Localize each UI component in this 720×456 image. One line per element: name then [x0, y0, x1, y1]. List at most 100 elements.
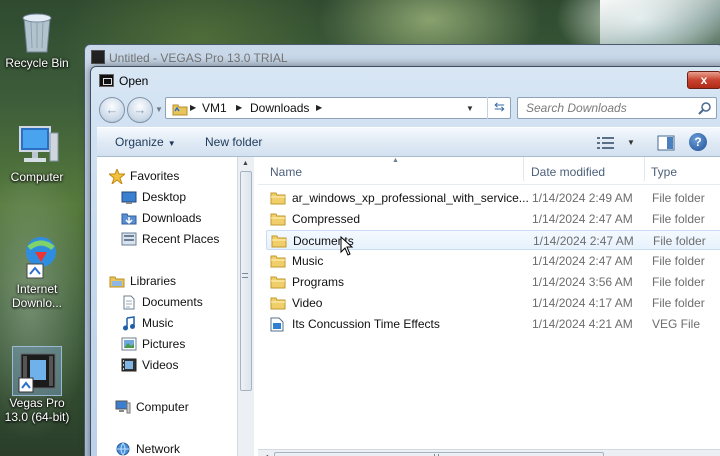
sort-ascending-icon: ▲	[392, 157, 399, 164]
nav-item-label: Network	[136, 442, 181, 456]
forward-arrow-icon: →	[133, 102, 147, 117]
folder-icon	[270, 296, 286, 313]
file-row[interactable]: Music 1/14/2024 2:47 AM File folder	[266, 251, 720, 271]
file-date: 1/14/2024 2:47 AM	[533, 234, 634, 248]
organize-button[interactable]: Organize ▼	[115, 135, 176, 149]
recent-locations-dropdown[interactable]: ▼	[155, 105, 163, 114]
scroll-up-icon[interactable]: ▲	[242, 160, 249, 167]
nav-favorites[interactable]: Favorites	[109, 167, 179, 185]
nav-item-label: Favorites	[130, 169, 180, 183]
column-separator[interactable]	[644, 157, 645, 181]
forward-button[interactable]: →	[127, 97, 153, 123]
breadcrumb-vm1[interactable]: VM1	[202, 101, 227, 115]
nav-music[interactable]: Music	[121, 314, 173, 332]
nav-item-label: Computer	[136, 400, 189, 414]
file-row[interactable]: Programs 1/14/2024 3:56 AM File folder	[266, 272, 720, 292]
navigation-scrollbar[interactable]: ▲	[237, 157, 254, 456]
desktop-icon-computer[interactable]: Computer	[0, 120, 74, 184]
file-row[interactable]: Its Concussion Time Effects 1/14/2024 4:…	[266, 314, 720, 334]
open-dialog[interactable]: Open x ← → ▼ ▶ VM1 ▶ Downloads ▶ ▼ ⇆ Org…	[90, 66, 720, 456]
nav-pictures[interactable]: Pictures	[121, 335, 185, 353]
search-input[interactable]	[518, 98, 696, 118]
folder-icon	[172, 102, 188, 119]
file-date: 1/14/2024 3:56 AM	[532, 275, 633, 289]
nav-downloads[interactable]: Downloads	[121, 209, 201, 227]
nav-videos[interactable]: Videos	[121, 356, 178, 374]
back-button[interactable]: ←	[99, 97, 125, 123]
new-folder-button[interactable]: New folder	[205, 135, 262, 149]
view-options-chevron-icon[interactable]: ▼	[627, 138, 635, 147]
desktop-icon-vegas-pro[interactable]: Vegas Pro 13.0 (64-bit)	[0, 346, 74, 424]
folder-icon	[271, 234, 287, 251]
file-type: VEG File	[652, 317, 701, 331]
breadcrumb-chevron-icon[interactable]: ▶	[236, 103, 242, 112]
change-view-icon[interactable]	[597, 136, 615, 153]
folder-icon	[270, 254, 286, 271]
file-type: File folder	[653, 234, 706, 248]
nav-item-label: Pictures	[142, 337, 186, 351]
desktop-icon	[121, 190, 137, 204]
nav-computer[interactable]: Computer	[115, 398, 189, 416]
file-row[interactable]: Video 1/14/2024 4:17 AM File folder	[266, 293, 720, 313]
file-date: 1/14/2024 4:17 AM	[532, 296, 633, 310]
nav-network[interactable]: Network	[115, 440, 180, 456]
file-row[interactable]: Compressed 1/14/2024 2:47 AM File folder	[266, 209, 720, 229]
refresh-icon: ⇆	[494, 99, 505, 114]
nav-documents[interactable]: Documents	[121, 293, 203, 311]
desktop-icon-recycle-bin[interactable]: Recycle Bin	[0, 6, 74, 70]
folder-icon	[270, 275, 286, 292]
close-button[interactable]: x	[687, 71, 720, 89]
star-icon	[109, 168, 125, 184]
address-bar[interactable]: ▶ VM1 ▶ Downloads ▶ ▼	[165, 97, 511, 119]
chevron-down-icon: ▼	[167, 139, 176, 148]
search-icon[interactable]	[698, 101, 712, 118]
refresh-button[interactable]: ⇆	[487, 97, 511, 119]
help-icon[interactable]: ?	[689, 133, 707, 151]
vegas-window-title: Untitled - VEGAS Pro 13.0 TRIAL	[109, 51, 288, 65]
column-separator[interactable]	[523, 157, 524, 181]
pictures-icon	[121, 337, 137, 351]
music-icon	[121, 315, 137, 330]
scrollbar-thumb[interactable]	[274, 452, 604, 456]
file-type: File folder	[652, 296, 705, 310]
nav-desktop[interactable]: Desktop	[121, 188, 186, 206]
nav-item-label: Music	[142, 316, 174, 330]
file-name: Video	[292, 296, 323, 310]
back-arrow-icon: ←	[105, 102, 119, 117]
file-date: 1/14/2024 2:49 AM	[532, 191, 633, 205]
breadcrumb-chevron-icon[interactable]: ▶	[190, 103, 196, 112]
file-date: 1/14/2024 2:47 AM	[532, 254, 633, 268]
search-box[interactable]	[517, 97, 717, 119]
file-type: File folder	[652, 212, 705, 226]
folder-icon	[270, 191, 286, 208]
horizontal-scrollbar[interactable]: ◀	[258, 449, 720, 456]
veg-file-icon	[270, 317, 284, 335]
vegas-pro-icon	[12, 346, 62, 396]
desktop-icon-label: Recycle Bin	[5, 56, 69, 70]
mouse-cursor-icon	[340, 236, 354, 256]
nav-item-label: Desktop	[142, 190, 187, 204]
folder-icon	[270, 212, 286, 229]
computer-icon	[115, 400, 131, 414]
nav-libraries[interactable]: Libraries	[109, 272, 176, 290]
libraries-icon	[109, 274, 125, 288]
nav-item-label: Libraries	[130, 274, 177, 288]
column-date-modified[interactable]: Date modified	[531, 165, 605, 179]
nav-item-label: Recent Places	[142, 232, 220, 246]
preview-pane-icon[interactable]	[657, 135, 675, 154]
desktop-icon-internet-download-manager[interactable]: Internet Downlo...	[0, 232, 74, 310]
nav-recent-places[interactable]: Recent Places	[121, 230, 219, 248]
toolbar: Organize ▼ New folder ▼ ?	[97, 127, 720, 157]
file-row[interactable]: ar_windows_xp_professional_with_service.…	[266, 188, 720, 208]
column-type[interactable]: Type	[651, 165, 677, 179]
breadcrumb-chevron-icon[interactable]: ▶	[316, 103, 322, 112]
navigation-pane: Favorites Desktop Downloads Recent Place…	[97, 157, 237, 456]
recent-places-icon	[121, 232, 137, 246]
breadcrumb-downloads[interactable]: Downloads	[250, 101, 309, 115]
nav-item-label: Documents	[142, 295, 203, 309]
scrollbar-thumb[interactable]	[240, 171, 252, 391]
file-name: Its Concussion Time Effects	[292, 317, 440, 331]
column-name[interactable]: Name	[270, 165, 302, 179]
address-dropdown-icon[interactable]: ▼	[466, 104, 474, 113]
file-row[interactable]: Documents 1/14/2024 2:47 AM File folder	[266, 230, 720, 250]
